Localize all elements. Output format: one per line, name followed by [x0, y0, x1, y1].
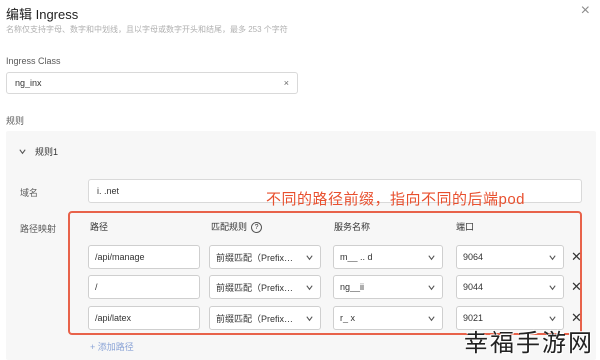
port-select[interactable]: 9064 — [456, 245, 564, 269]
service-select[interactable]: m__ .. d — [333, 245, 443, 269]
col-header-path: 路径 — [90, 222, 109, 232]
path-value: / — [95, 282, 98, 292]
rule-header[interactable]: 规则1 — [18, 145, 58, 158]
dialog-header: 编辑 Ingress × — [0, 0, 600, 24]
rules-section-label: 规则 — [6, 116, 25, 126]
path-input[interactable]: /api/latex — [88, 306, 200, 330]
chevron-down-icon — [549, 284, 556, 290]
ingress-class-label: Ingress Class — [6, 56, 61, 66]
port-select[interactable]: 9044 — [456, 275, 564, 299]
chevron-down-icon — [549, 254, 556, 260]
col-header-port: 端口 — [456, 222, 475, 232]
match-rule-value: 前缀匹配（Prefix… — [216, 282, 294, 293]
path-input[interactable]: / — [88, 275, 200, 299]
port-value: 9044 — [463, 282, 484, 292]
rule-title: 规则1 — [35, 147, 59, 157]
path-mapping-label: 路径映射 — [20, 224, 57, 234]
dialog-title: 编辑 Ingress — [6, 7, 79, 22]
chevron-down-icon — [428, 254, 435, 260]
port-value: 9064 — [463, 252, 484, 262]
ingress-class-select[interactable]: ng_inx × — [6, 72, 298, 94]
delete-row-icon[interactable]: ✕ — [571, 249, 582, 265]
match-rule-select[interactable]: 前缀匹配（Prefix… — [209, 245, 321, 269]
chevron-down-icon — [306, 284, 313, 290]
domain-value: i. .net — [97, 186, 120, 196]
service-value: ng__ii — [340, 282, 365, 292]
domain-label: 域名 — [20, 188, 39, 198]
service-value: r_ x — [340, 313, 356, 323]
match-rule-select[interactable]: 前缀匹配（Prefix… — [209, 306, 321, 330]
service-select[interactable]: ng__ii — [333, 275, 443, 299]
path-input[interactable]: /api/manage — [88, 245, 200, 269]
ingress-class-value: ng_inx — [15, 78, 42, 88]
annotation-text: 不同的路径前缀，指向不同的后端pod — [266, 191, 526, 208]
service-value: m__ .. d — [340, 252, 373, 262]
chevron-down-icon — [306, 315, 313, 321]
clear-icon[interactable]: × — [284, 78, 289, 88]
match-rule-value: 前缀匹配（Prefix… — [216, 313, 294, 324]
chevron-down-icon — [19, 149, 26, 155]
col-header-match-label: 匹配规则 — [211, 222, 248, 232]
chevron-down-icon — [428, 315, 435, 321]
watermark-logo: 幸福手游网 — [464, 329, 594, 357]
match-rule-value: 前缀匹配（Prefix… — [216, 252, 294, 263]
port-value: 9021 — [463, 313, 484, 323]
chevron-down-icon — [549, 315, 556, 321]
col-header-service: 服务名称 — [334, 222, 371, 232]
chevron-down-icon — [306, 254, 313, 260]
close-icon[interactable]: × — [581, 2, 590, 20]
help-icon[interactable]: ? — [251, 222, 263, 234]
path-value: /api/latex — [95, 313, 132, 323]
chevron-down-icon — [428, 284, 435, 290]
path-value: /api/manage — [95, 252, 145, 262]
add-path-button[interactable]: + 添加路径 — [90, 340, 134, 353]
match-rule-select[interactable]: 前缀匹配（Prefix… — [209, 275, 321, 299]
col-header-match: 匹配规则? — [211, 220, 263, 234]
service-select[interactable]: r_ x — [333, 306, 443, 330]
name-hint: 名称仅支持字母、数字和中划线，且以字母或数字开头和结尾，最多 253 个字符 — [6, 25, 288, 34]
delete-row-icon[interactable]: ✕ — [571, 279, 582, 295]
